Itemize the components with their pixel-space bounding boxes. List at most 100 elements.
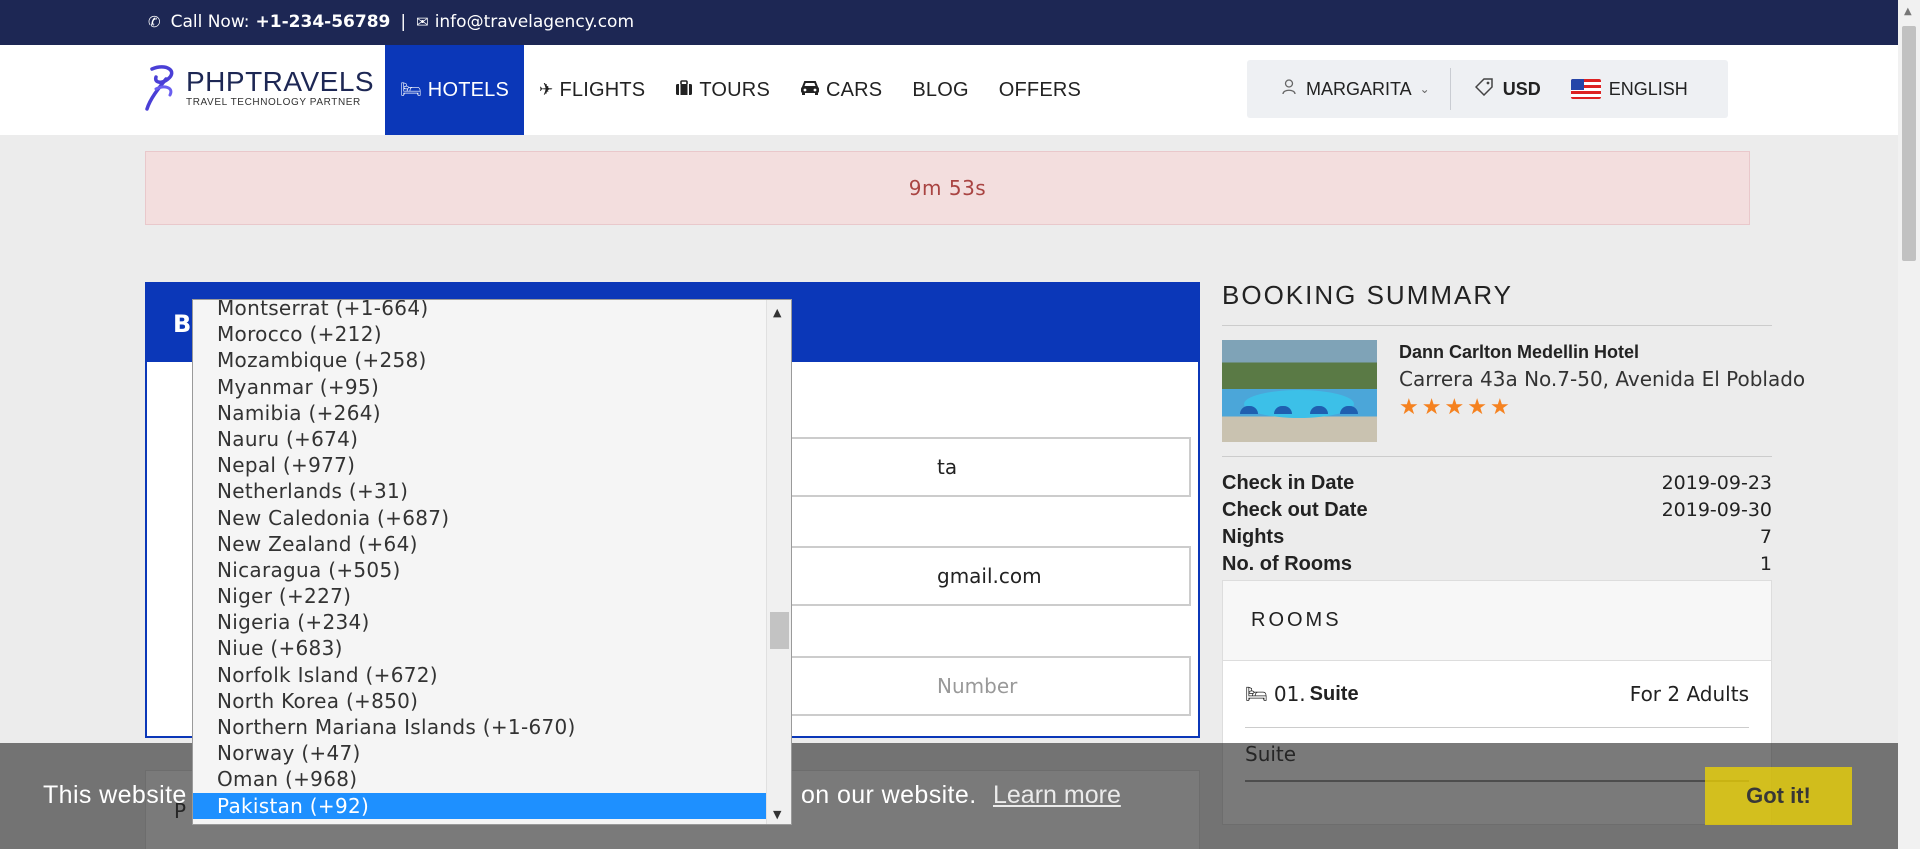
room-guests: For 2 Adults xyxy=(1629,682,1749,706)
star-icon: ★ xyxy=(1421,395,1445,420)
nav-hotels[interactable]: 🛏︎ HOTELS xyxy=(385,45,525,135)
call-label: Call Now: xyxy=(170,12,250,32)
rooms-heading: ROOMS xyxy=(1223,581,1771,661)
cookie-message-start: This website xyxy=(43,781,187,809)
phone-number-input[interactable]: Number xyxy=(772,656,1191,716)
language-selector[interactable]: ENGLISH xyxy=(1570,79,1688,100)
email-value: gmail.com xyxy=(937,564,1042,588)
learn-more-link[interactable]: Learn more xyxy=(993,781,1121,810)
country-code-option[interactable]: Morocco (+212) xyxy=(193,321,766,347)
nav-offers[interactable]: OFFERS xyxy=(984,45,1096,135)
room-row: 🛏︎ 01. Suite For 2 Adults xyxy=(1245,661,1749,728)
currency-selector[interactable]: USD xyxy=(1474,77,1541,101)
envelope-icon: ✉ xyxy=(416,13,429,31)
country-code-dropdown[interactable]: Montserrat (+1-664) Morocco (+212) Mozambi… xyxy=(192,299,792,825)
nights-row: Nights 7 xyxy=(1222,524,1772,551)
country-code-option[interactable]: Nepal (+977) xyxy=(193,452,766,478)
account-toolbar: MARGARITA ⌄ USD ENGLISH xyxy=(1247,60,1728,118)
country-code-option[interactable]: North Korea (+850) xyxy=(193,688,766,714)
country-code-option[interactable]: Namibia (+264) xyxy=(193,400,766,426)
nav-hotels-label: HOTELS xyxy=(427,78,510,101)
nav-flights[interactable]: ✈ FLIGHTS xyxy=(524,45,660,135)
plane-icon: ✈ xyxy=(539,80,554,99)
star-rating: ★★★★★ xyxy=(1399,395,1805,420)
hotel-image xyxy=(1222,340,1377,442)
timer-value: 9m 53s xyxy=(908,176,987,200)
phone-number[interactable]: +1-234-56789 xyxy=(256,12,391,32)
check-in-label: Check in Date xyxy=(1222,472,1355,494)
dropdown-scrollbar[interactable]: ▲ ▼ xyxy=(766,300,791,824)
country-code-option[interactable]: Niue (+683) xyxy=(193,635,766,661)
dropdown-scroll-thumb[interactable] xyxy=(770,612,789,649)
nav-tours-label: TOURS xyxy=(699,78,770,101)
last-name-input[interactable]: ta xyxy=(772,437,1191,497)
nav-offers-label: OFFERS xyxy=(998,78,1082,101)
bed-icon: 🛏︎ xyxy=(1245,683,1268,705)
country-code-option[interactable]: Norfolk Island (+672) xyxy=(193,662,766,688)
nav-blog[interactable]: BLOG xyxy=(897,45,983,135)
hotel-name[interactable]: Dann Carlton Medellin Hotel xyxy=(1399,342,1805,363)
check-in-row: Check in Date 2019-09-23 xyxy=(1222,470,1772,497)
country-code-option[interactable]: Oman (+968) xyxy=(193,766,766,792)
page-scrollbar[interactable]: ▲ xyxy=(1898,0,1920,849)
toolbar-divider xyxy=(1449,68,1451,110)
main-header: PHPTRAVELS TRAVEL TECHNOLOGY PARTNER 🛏︎ … xyxy=(0,45,1920,135)
suitcase-icon xyxy=(675,79,693,101)
scroll-down-arrow-icon[interactable]: ▼ xyxy=(773,808,781,821)
page-scroll-up-icon[interactable]: ▲ xyxy=(1904,6,1912,17)
phone-icon: ✆ xyxy=(148,13,161,31)
country-code-option[interactable]: Nicaragua (+505) xyxy=(193,557,766,583)
user-icon xyxy=(1282,78,1296,100)
top-contact-bar: ✆ Call Now: +1-234-56789 | ✉ info@travel… xyxy=(0,0,1920,45)
user-menu[interactable]: MARGARITA ⌄ xyxy=(1282,79,1430,100)
nav-cars[interactable]: CARS xyxy=(785,45,897,135)
bed-icon: 🛏︎ xyxy=(400,80,422,99)
star-icon: ★ xyxy=(1489,395,1513,420)
car-icon xyxy=(800,80,820,101)
check-out-value: 2019-09-30 xyxy=(1661,499,1772,521)
star-icon: ★ xyxy=(1444,395,1468,420)
chevron-down-icon: ⌄ xyxy=(1419,82,1430,96)
email-link[interactable]: info@travelagency.com xyxy=(435,12,634,32)
scroll-up-arrow-icon[interactable]: ▲ xyxy=(773,306,781,319)
country-code-option[interactable]: New Caledonia (+687) xyxy=(193,505,766,531)
nav-cars-label: CARS xyxy=(825,78,883,101)
country-code-option[interactable]: Myanmar (+95) xyxy=(193,374,766,400)
nav-blog-label: BLOG xyxy=(912,78,969,101)
rooms-count-value: 1 xyxy=(1759,553,1772,575)
page-scroll-thumb[interactable] xyxy=(1902,26,1916,261)
country-code-option[interactable]: Norway (+47) xyxy=(193,740,766,766)
country-code-option[interactable]: Mozambique (+258) xyxy=(193,347,766,373)
nav-flights-label: FLIGHTS xyxy=(559,78,646,101)
summary-title: BOOKING SUMMARY xyxy=(1222,280,1772,326)
nights-value: 7 xyxy=(1759,526,1772,548)
country-code-option[interactable]: Niger (+227) xyxy=(193,583,766,609)
logo-name: PHPTRAVELS xyxy=(186,66,375,97)
us-flag-icon xyxy=(1570,79,1601,99)
country-code-option[interactable]: Northern Mariana Islands (+1-670) xyxy=(193,714,766,740)
room-name: Suite xyxy=(1309,682,1359,705)
country-code-option[interactable]: Netherlands (+31) xyxy=(193,478,766,504)
country-code-option[interactable]: Montserrat (+1-664) xyxy=(193,300,766,321)
country-code-option[interactable]: Pakistan (+92) xyxy=(193,792,766,819)
logo-tagline: TRAVEL TECHNOLOGY PARTNER xyxy=(186,97,361,108)
session-timer: 9m 53s xyxy=(145,151,1750,225)
tag-icon xyxy=(1474,77,1493,101)
nights-label: Nights xyxy=(1222,526,1285,548)
currency-label: USD xyxy=(1502,78,1541,99)
phone-placeholder: Number xyxy=(937,674,1018,698)
country-code-option[interactable]: New Zealand (+64) xyxy=(193,531,766,557)
email-input[interactable]: gmail.com xyxy=(772,546,1191,606)
site-logo[interactable]: PHPTRAVELS TRAVEL TECHNOLOGY PARTNER xyxy=(144,65,374,111)
main-nav: 🛏︎ HOTELS ✈ FLIGHTS TOURS CARS BLOG OFFE… xyxy=(385,45,1096,135)
check-in-value: 2019-09-23 xyxy=(1661,472,1772,494)
user-name: MARGARITA xyxy=(1306,78,1412,99)
room-number: 01. xyxy=(1273,682,1306,706)
country-code-option[interactable]: Nauru (+674) xyxy=(193,426,766,452)
contact-separator: | xyxy=(400,12,407,32)
country-code-option[interactable]: Nigeria (+234) xyxy=(193,609,766,635)
nav-tours[interactable]: TOURS xyxy=(660,45,785,135)
cookie-message-end: on our website. xyxy=(801,781,977,809)
cookie-accept-button[interactable]: Got it! xyxy=(1705,767,1852,825)
star-icon: ★ xyxy=(1467,395,1490,420)
